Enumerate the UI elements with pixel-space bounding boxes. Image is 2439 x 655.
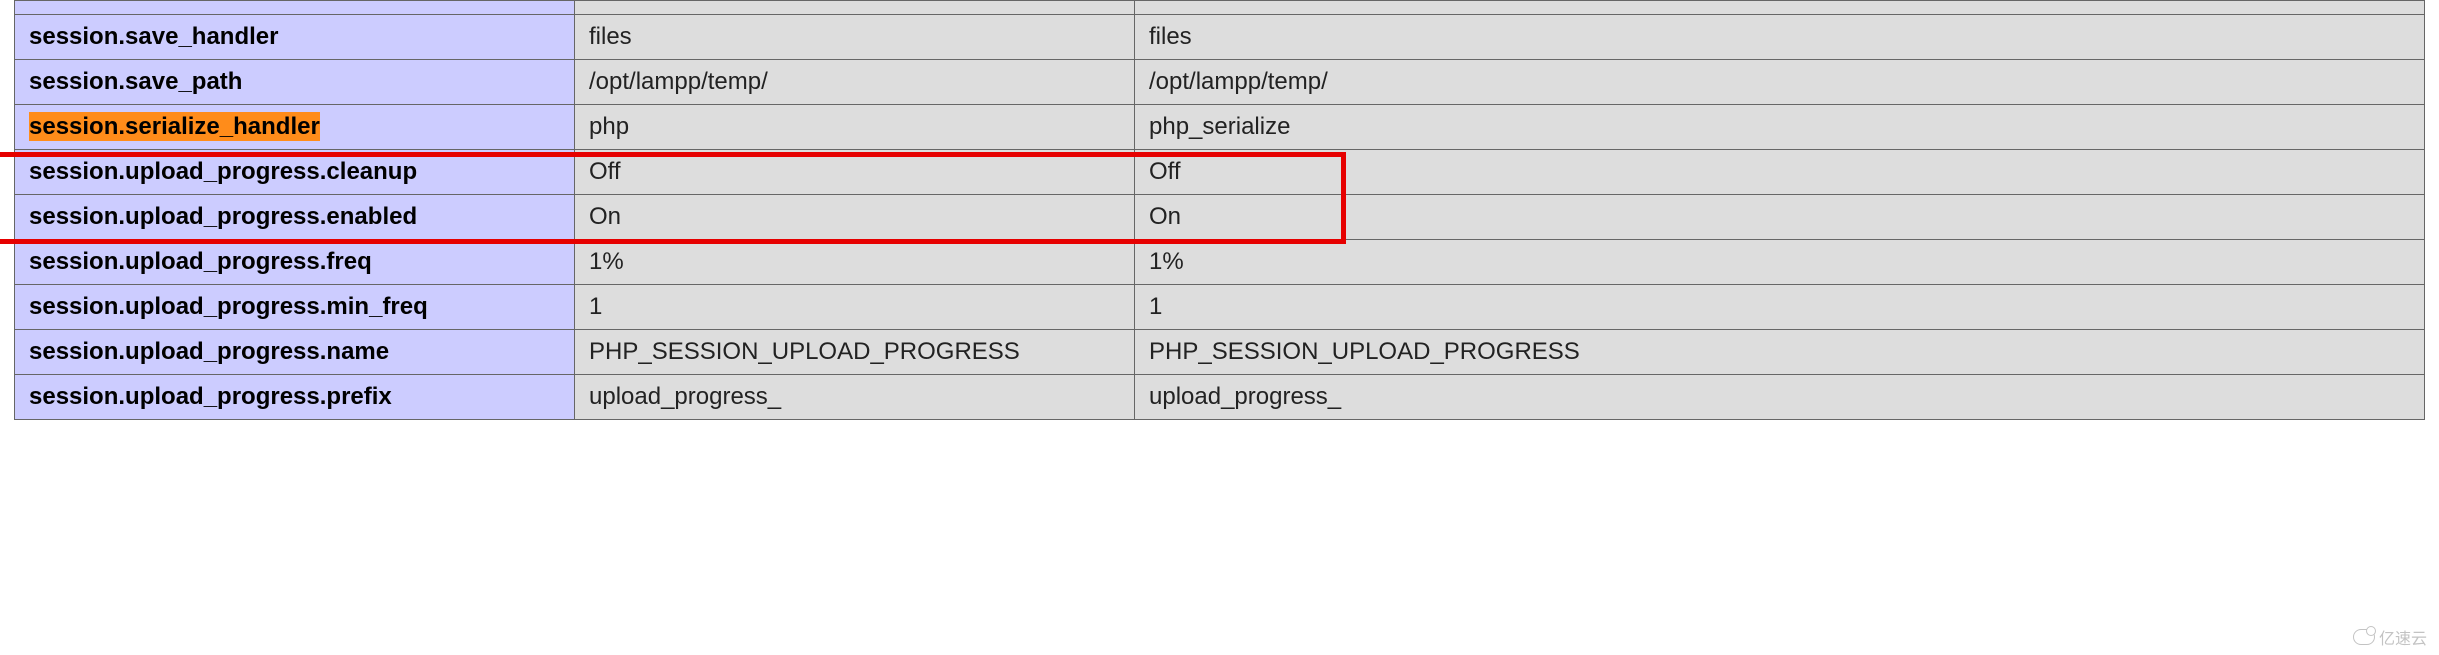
directive-cell: session.upload_progress.name: [15, 330, 575, 375]
cloud-icon: [2353, 629, 2375, 645]
master-value-cell: Off: [1135, 150, 2425, 195]
local-value-cell: [575, 1, 1135, 15]
local-value-cell: Off: [575, 150, 1135, 195]
watermark-text: 亿速云: [2379, 625, 2427, 649]
local-value-cell: /opt/lampp/temp/: [575, 60, 1135, 105]
directive-cell: session.upload_progress.prefix: [15, 375, 575, 420]
master-value-cell: upload_progress_: [1135, 375, 2425, 420]
master-value-cell: PHP_SESSION_UPLOAD_PROGRESS: [1135, 330, 2425, 375]
master-value-cell: 1%: [1135, 240, 2425, 285]
table-row: session.upload_progress.namePHP_SESSION_…: [15, 330, 2425, 375]
directive-cell: session.save_handler: [15, 15, 575, 60]
table-row: [15, 1, 2425, 15]
highlighted-directive: session.serialize_handler: [29, 112, 320, 141]
master-value-cell: files: [1135, 15, 2425, 60]
table-row: session.upload_progress.cleanupOffOff: [15, 150, 2425, 195]
directive-cell: session.save_path: [15, 60, 575, 105]
master-value-cell: [1135, 1, 2425, 15]
php-config-table: session.save_handlerfilesfilessession.sa…: [14, 0, 2425, 420]
local-value-cell: upload_progress_: [575, 375, 1135, 420]
master-value-cell: /opt/lampp/temp/: [1135, 60, 2425, 105]
local-value-cell: On: [575, 195, 1135, 240]
table-row: session.upload_progress.freq1%1%: [15, 240, 2425, 285]
master-value-cell: php_serialize: [1135, 105, 2425, 150]
local-value-cell: 1%: [575, 240, 1135, 285]
table-row: session.save_path/opt/lampp/temp//opt/la…: [15, 60, 2425, 105]
local-value-cell: 1: [575, 285, 1135, 330]
table-row: session.upload_progress.min_freq11: [15, 285, 2425, 330]
watermark: 亿速云: [2353, 625, 2427, 649]
directive-cell: [15, 1, 575, 15]
table-row: session.serialize_handler phpphp_serializ…: [15, 105, 2425, 150]
table-row: session.upload_progress.prefixupload_pro…: [15, 375, 2425, 420]
directive-cell: session.upload_progress.enabled: [15, 195, 575, 240]
directive-cell: session.upload_progress.freq: [15, 240, 575, 285]
table-row: session.upload_progress.enabledOnOn: [15, 195, 2425, 240]
master-value-cell: 1: [1135, 285, 2425, 330]
directive-cell: session.upload_progress.cleanup: [15, 150, 575, 195]
directive-cell: session.upload_progress.min_freq: [15, 285, 575, 330]
local-value-cell: files: [575, 15, 1135, 60]
local-value-cell: PHP_SESSION_UPLOAD_PROGRESS: [575, 330, 1135, 375]
master-value-cell: On: [1135, 195, 2425, 240]
local-value-cell: php: [575, 105, 1135, 150]
table-row: session.save_handlerfilesfiles: [15, 15, 2425, 60]
directive-cell: session.serialize_handler: [15, 105, 575, 150]
